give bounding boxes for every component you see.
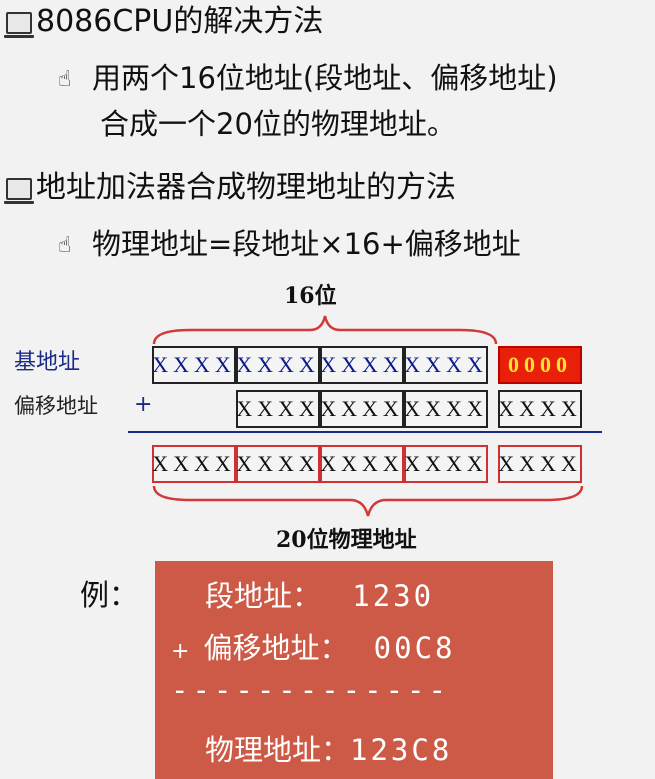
physical-cell-5: XXXX — [498, 445, 582, 483]
hand-pointer-icon: ☝ — [58, 233, 72, 258]
segment-value: 1230 — [352, 579, 435, 613]
physical-value: 123C8 — [350, 733, 453, 767]
bottom-brace — [152, 485, 584, 517]
bullet-2-text: 地址加法器合成物理地址的方法 — [36, 170, 456, 205]
hand-pointer-icon: ☝ — [58, 67, 72, 92]
physical-label: 物理地址： — [205, 733, 351, 767]
segment-row: 段地址： 1230 — [205, 573, 434, 615]
offset-cell-2: XXXX — [320, 390, 404, 428]
base-address-label: 基地址 — [14, 350, 81, 375]
physical-cell-2: XXXX — [236, 445, 320, 483]
base-cell-1: XXXX — [152, 346, 236, 384]
base-cell-3: XXXX — [320, 346, 404, 384]
base-cell-4: XXXX — [404, 346, 488, 384]
bullet-1: 8086CPU的解决方法 — [4, 4, 324, 40]
sum-line — [128, 431, 602, 433]
bullet-1-text: 8086CPU的解决方法 — [36, 4, 324, 39]
physical-cell-4: XXXX — [404, 445, 488, 483]
zero-cell: 0000 — [498, 346, 582, 384]
physical-cell-3: XXXX — [320, 445, 404, 483]
top-label: 16位 — [284, 283, 337, 309]
offset-cell-1: XXXX — [236, 390, 320, 428]
example-label: 例： — [80, 578, 139, 612]
bottom-label: 20位物理地址 — [276, 527, 417, 553]
example-box: 段地址： 1230 + 偏移地址： 00C8 ------------- 物理地址… — [155, 561, 553, 779]
offset-cell-4: XXXX — [498, 390, 582, 428]
top-brace — [152, 315, 498, 345]
plus-sign: + — [134, 392, 153, 417]
segment-label: 段地址： — [205, 579, 322, 613]
physical-row: 物理地址：123C8 — [205, 727, 452, 769]
bullet-1-sub-line-1: 用两个16位地址(段地址、偏移地址) — [92, 61, 558, 95]
offset-row: + 偏移地址： 00C8 — [171, 625, 456, 667]
offset-value: 00C8 — [373, 631, 456, 665]
bullet-1-sub: ☝ 用两个16位地址(段地址、偏移地址) — [58, 58, 558, 100]
physical-cell-1: XXXX — [152, 445, 236, 483]
bullet-1-sub-line-2: 合成一个20位的物理地址。 — [100, 107, 456, 141]
laptop-icon — [4, 177, 34, 204]
bullet-2-sub: ☝ 物理地址=段地址×16+偏移地址 — [58, 224, 521, 266]
bullet-2: 地址加法器合成物理地址的方法 — [4, 170, 456, 206]
offset-cell-3: XXXX — [404, 390, 488, 428]
offset-address-label: 偏移地址 — [14, 394, 98, 418]
bullet-2-sub-line-1: 物理地址=段地址×16+偏移地址 — [92, 227, 521, 261]
divider-line: ------------- — [171, 673, 450, 707]
base-cell-2: XXXX — [236, 346, 320, 384]
offset-label: 偏移地址： — [203, 631, 349, 665]
example-plus: + — [171, 639, 190, 664]
laptop-icon — [4, 11, 34, 38]
